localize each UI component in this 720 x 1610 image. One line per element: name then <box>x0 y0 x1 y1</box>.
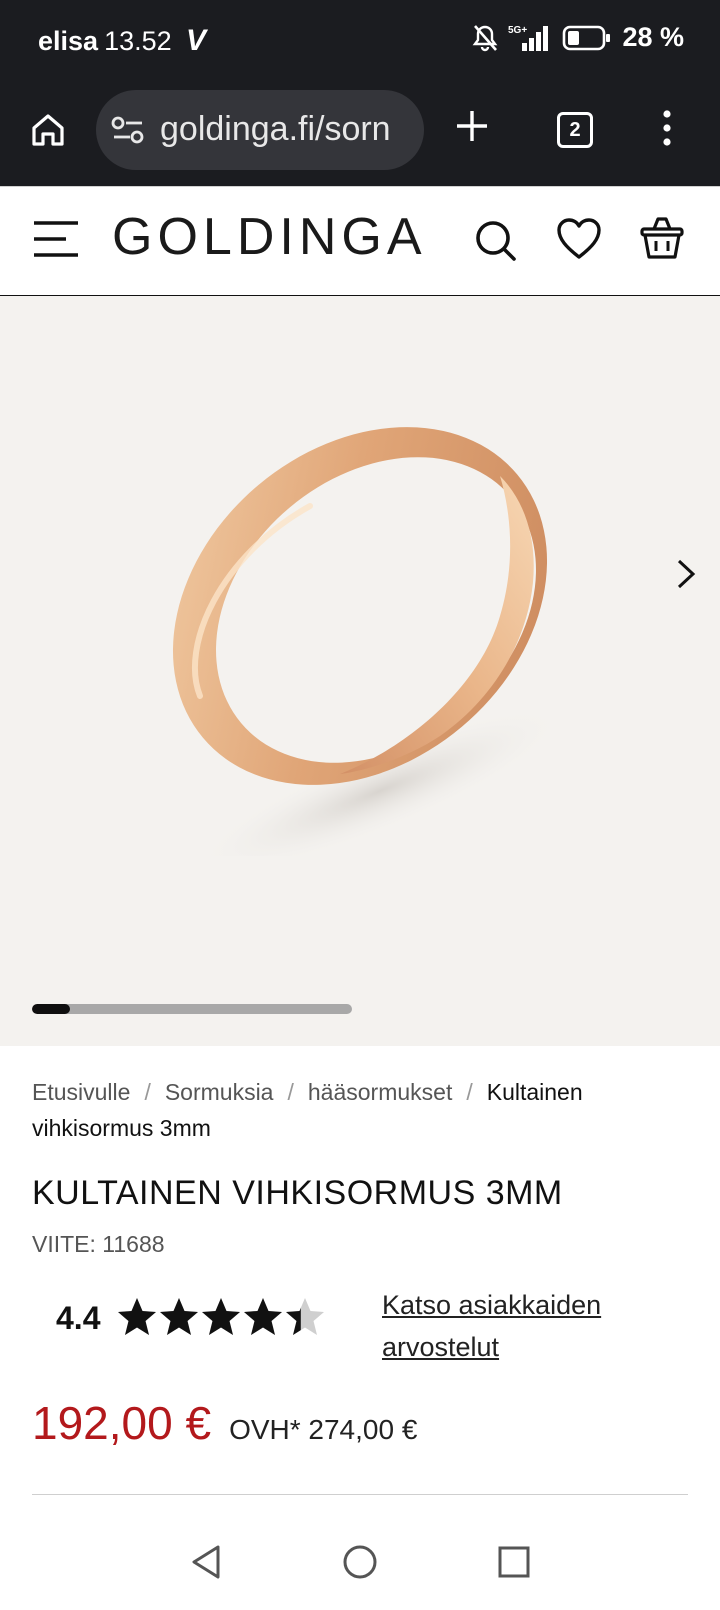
status-icons: 5G+ 28 % <box>472 22 684 53</box>
battery-icon <box>563 25 611 50</box>
new-tab-icon[interactable] <box>454 108 490 144</box>
price-row: 192,00 € OVH* 274,00 € <box>32 1396 688 1450</box>
rating-row: 4.4 Katso asiakkaiden arvostelut <box>32 1284 688 1380</box>
original-price: OVH* 274,00 € <box>229 1414 418 1445</box>
rating-star <box>160 1298 198 1335</box>
shopping-basket-icon[interactable] <box>640 215 684 261</box>
wishlist-heart-icon[interactable] <box>556 217 602 261</box>
browser-toolbar: goldinga.fi/sorn 2 <box>0 86 720 186</box>
signal-icon: 5G+ <box>508 25 549 51</box>
gallery-progress-fill <box>32 1004 71 1014</box>
product-info: Etusivulle / Sormuksia / hääsormukset / Kultai… <box>32 1074 688 1450</box>
site-header: GOLDINGA <box>0 186 720 297</box>
breadcrumb-separator: / <box>466 1079 473 1105</box>
clock: 13.52 <box>104 26 172 56</box>
breadcrumb-link-home[interactable]: Etusivulle <box>32 1079 130 1105</box>
search-icon[interactable] <box>474 219 518 263</box>
rating-star <box>202 1298 240 1335</box>
home-circle-icon[interactable] <box>342 1544 378 1580</box>
breadcrumb-link-wedding-rings[interactable]: hääsormukset <box>308 1079 452 1105</box>
product-reference: VIITE: 11688 <box>32 1231 165 1257</box>
rating-star <box>244 1298 282 1335</box>
customer-reviews-link[interactable]: Katso asiakkaiden arvostelut <box>382 1284 642 1368</box>
breadcrumb-separator: / <box>144 1079 151 1105</box>
hamburger-menu-icon[interactable] <box>32 219 80 259</box>
product-image-gallery[interactable] <box>0 296 720 1046</box>
product-title: KULTAINEN VIHKISORMUS 3MM <box>32 1174 563 1212</box>
breadcrumb-separator: / <box>287 1079 294 1105</box>
breadcrumb-link-rings[interactable]: Sormuksia <box>165 1079 274 1105</box>
gallery-progress-bar <box>32 1004 352 1014</box>
carrier-label: elisa <box>38 26 99 56</box>
battery-percent: 28 % <box>622 22 684 52</box>
url-text[interactable]: goldinga.fi/sorn <box>160 110 410 149</box>
back-icon[interactable] <box>188 1544 224 1580</box>
site-logo[interactable]: GOLDINGA <box>112 207 427 267</box>
rating-stars <box>116 1296 326 1338</box>
system-nav-bar <box>0 1522 720 1610</box>
home-icon[interactable] <box>28 110 68 150</box>
product-price: 192,00 € <box>32 1397 212 1449</box>
divider <box>32 1494 688 1495</box>
recents-icon[interactable] <box>496 1544 532 1580</box>
rating-star <box>118 1298 156 1335</box>
address-bar[interactable]: goldinga.fi/sorn <box>96 90 424 170</box>
carrier-time: elisa 13.52 <box>38 26 172 57</box>
breadcrumb: Etusivulle / Sormuksia / hääsormukset / Kultai… <box>32 1074 688 1146</box>
chevron-right-icon[interactable] <box>676 558 696 590</box>
volte-icon: V <box>186 24 207 57</box>
rating-star <box>286 1298 324 1335</box>
product-image-ring <box>172 427 567 856</box>
more-vert-icon[interactable] <box>660 108 674 148</box>
site-settings-icon[interactable] <box>110 114 146 146</box>
svg-text:5G+: 5G+ <box>508 25 527 36</box>
tab-switcher-button[interactable]: 2 <box>557 112 593 148</box>
mute-bell-icon <box>473 24 498 51</box>
rating-score: 4.4 <box>56 1300 101 1336</box>
status-bar: elisa 13.52 V 5G+ 28 % <box>0 0 720 86</box>
